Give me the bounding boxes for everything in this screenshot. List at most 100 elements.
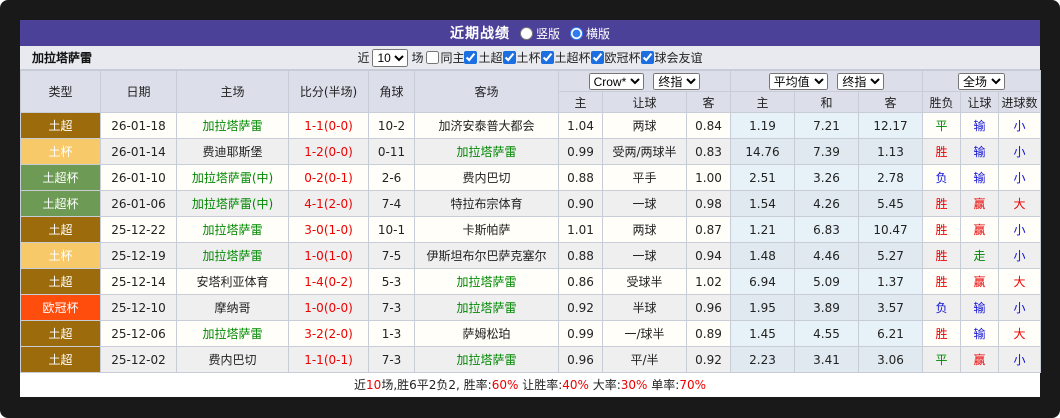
layout-radio-option[interactable]: 竖版: [519, 25, 560, 42]
col-header-type: 类型: [20, 70, 101, 113]
away-team-cell: 加拉塔萨雷: [414, 138, 559, 165]
scope-select[interactable]: 全场: [958, 72, 1006, 90]
home-team-cell: 费内巴切: [176, 346, 289, 373]
competition-checkbox[interactable]: [590, 51, 604, 64]
handicap-cell: 一球: [602, 190, 687, 217]
bookmaker-final-select[interactable]: 终指: [653, 72, 701, 90]
home-team-cell: 安塔利亚体育: [176, 268, 289, 295]
result-cell: 负: [922, 294, 962, 321]
average-final-select[interactable]: 终指: [837, 72, 885, 90]
competition-checkbox[interactable]: [640, 51, 654, 64]
competition-checkbox-label: 土超: [478, 51, 503, 65]
crow-home-odds-cell: 0.99: [558, 320, 603, 347]
result-cell: 负: [922, 164, 962, 191]
layout-radio-input[interactable]: [519, 26, 533, 40]
avg-draw-odds-cell: 3.41: [794, 346, 859, 373]
handicap-result-cell: 走: [960, 242, 1000, 269]
away-team-cell: 费内巴切: [414, 164, 559, 191]
bookmaker-select[interactable]: Crow*: [588, 72, 644, 90]
avg-draw-odds-cell: 7.39: [794, 138, 859, 165]
crow-home-odds-cell: 0.99: [558, 138, 603, 165]
competition-filter[interactable]: 土超杯: [540, 49, 591, 66]
layout-radio-group: 竖版 横版: [519, 25, 610, 42]
corners-cell: 5-3: [368, 268, 415, 295]
col-header-avg-draw: 和: [794, 91, 859, 113]
avg-draw-odds-cell: 3.89: [794, 294, 859, 321]
avg-draw-odds-cell: 5.09: [794, 268, 859, 295]
avg-home-odds-cell: 14.76: [730, 138, 795, 165]
result-cell: 胜: [922, 268, 962, 295]
page-title: 近期战绩: [449, 26, 510, 42]
match-type-badge: 欧冠杯: [20, 294, 101, 321]
competition-checkbox[interactable]: [426, 51, 440, 64]
competition-filter[interactable]: 欧冠杯: [590, 49, 641, 66]
result-row: 土杯 25-12-19 加拉塔萨雷 1-0(1-0) 7-5 伊斯坦布尔巴萨克塞尔 0.88…: [20, 242, 1042, 269]
competition-checkbox[interactable]: [464, 51, 478, 64]
crow-away-odds-cell: 0.96: [686, 294, 731, 321]
competition-checkbox-label: 欧冠杯: [604, 51, 641, 65]
home-team-cell: 加拉塔萨雷: [176, 216, 289, 243]
result-row: 土超杯 26-01-10 加拉塔萨雷(中) 0-2(0-1) 2-6 费内巴切 0.88 平手…: [20, 164, 1042, 191]
avg-home-odds-cell: 1.48: [730, 242, 795, 269]
competition-filter[interactable]: 土超: [464, 49, 503, 66]
competition-filter[interactable]: 同主: [426, 49, 464, 66]
crow-away-odds-cell: 0.98: [686, 190, 731, 217]
date-cell: 25-12-14: [100, 268, 177, 295]
layout-radio-option[interactable]: 横版: [570, 25, 610, 42]
result-row: 欧冠杯 25-12-10 摩纳哥 1-0(0-0) 7-3 加拉塔萨雷 0.92 半球 0.96…: [20, 294, 1042, 321]
result-cell: 胜: [922, 138, 962, 165]
date-cell: 26-01-10: [100, 164, 177, 191]
summary-text: 让胜率:: [518, 378, 563, 392]
match-type-badge: 土超: [20, 268, 101, 295]
window-frame: 近期战绩 竖版 横版 加拉塔萨雷 近 10 场 同主 土超 土杯 土超杯 欧冠杯 球会友谊: [0, 0, 1060, 418]
avg-draw-odds-cell: 7.21: [794, 112, 859, 139]
handicap-cell: 一球: [602, 242, 687, 269]
crow-home-odds-cell: 0.92: [558, 294, 603, 321]
score-cell: 0-2(0-1): [288, 164, 369, 191]
result-cell: 胜: [922, 242, 962, 269]
summary-text: 近: [354, 378, 367, 392]
goals-result-cell: 大: [998, 268, 1042, 295]
summary-text: 场,胜6平2负2, 胜率:: [381, 378, 492, 392]
match-type-badge: 土超杯: [20, 190, 101, 217]
crow-home-odds-cell: 1.04: [558, 112, 603, 139]
goals-result-cell: 小: [998, 112, 1042, 139]
score-cell: 1-0(0-0): [288, 294, 369, 321]
results-table: 类型 日期 主场 比分(半场) 角球 客场 Crow* 终指 平均值 终指 全场…: [20, 70, 1042, 373]
goals-result-cell: 大: [998, 320, 1042, 347]
col-header-goals: 进球数: [998, 91, 1042, 113]
avg-draw-odds-cell: 6.83: [794, 216, 859, 243]
avg-away-odds-cell: 3.57: [857, 294, 924, 321]
competition-checkbox[interactable]: [502, 51, 516, 64]
avg-draw-odds-cell: 4.55: [794, 320, 859, 347]
corners-cell: 0-11: [368, 138, 415, 165]
crow-away-odds-cell: 0.92: [686, 346, 731, 373]
handicap-result-cell: 输: [960, 138, 1000, 165]
corners-cell: 1-3: [368, 320, 415, 347]
crow-away-odds-cell: 1.00: [686, 164, 731, 191]
handicap-result-cell: 赢: [960, 346, 1000, 373]
summary-stat-value: 60%: [491, 378, 519, 392]
handicap-cell: 一/球半: [602, 320, 687, 347]
layout-radio-input[interactable]: [570, 26, 583, 40]
match-type-badge: 土超: [20, 320, 101, 347]
goals-result-cell: 小: [998, 294, 1042, 321]
match-type-badge: 土杯: [20, 138, 101, 165]
crow-home-odds-cell: 1.01: [558, 216, 603, 243]
col-header-result: 胜负: [922, 91, 962, 113]
header-group-average: 平均值 终指: [729, 70, 924, 92]
competition-filter[interactable]: 土杯: [502, 49, 541, 66]
competition-filter[interactable]: 球会友谊: [640, 49, 703, 66]
match-count-select[interactable]: 10: [372, 48, 409, 67]
filter-bar: 加拉塔萨雷 近 10 场 同主 土超 土杯 土超杯 欧冠杯 球会友谊: [20, 46, 1040, 70]
away-team-cell: 伊斯坦布尔巴萨克塞尔: [414, 242, 559, 269]
competition-checkbox[interactable]: [540, 51, 554, 64]
summary-stat-value: 30%: [620, 378, 648, 392]
average-select[interactable]: 平均值: [768, 72, 828, 90]
handicap-result-cell: 输: [960, 112, 1000, 139]
competition-checkbox-group: 同主 土超 土杯 土超杯 欧冠杯 球会友谊: [426, 49, 703, 66]
results-tbody: 土超 26-01-18 加拉塔萨雷 1-1(0-0) 10-2 加济安泰普大都会 1.04 两…: [20, 112, 1042, 373]
summary-text: 单率:: [647, 378, 680, 392]
score-cell: 1-1(0-1): [288, 346, 369, 373]
away-team-cell: 萨姆松珀: [414, 320, 559, 347]
